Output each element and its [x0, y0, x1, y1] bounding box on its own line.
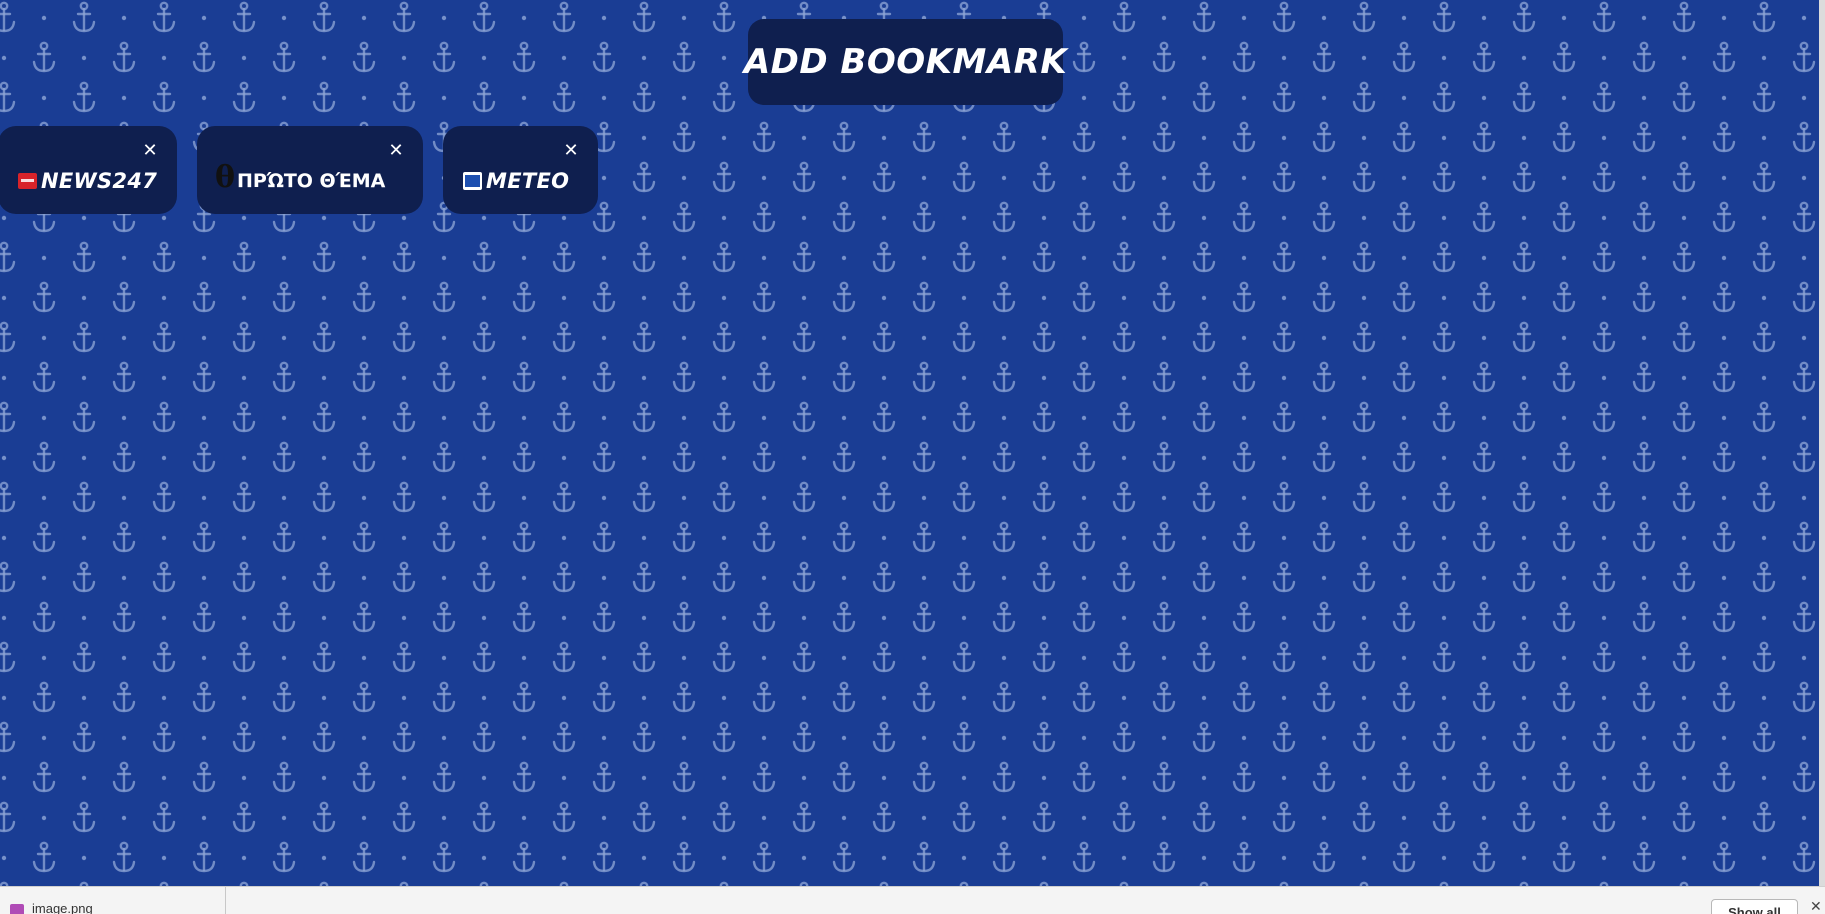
scrollbar[interactable]: [1819, 0, 1825, 886]
news247-favicon-icon: [18, 173, 37, 189]
close-icon[interactable]: ✕: [141, 142, 159, 160]
meteo-favicon-icon: [463, 172, 482, 190]
bookmark-news247[interactable]: NEWS247 ✕: [0, 126, 177, 214]
download-item[interactable]: image.png: [0, 887, 226, 914]
bookmark-label: NEWS247: [41, 169, 158, 193]
bookmark-label: ΠΡΏΤΟ ΘΈΜΑ: [237, 170, 386, 192]
bookmark-label: METEO: [486, 169, 570, 193]
show-all-button[interactable]: Show all: [1711, 899, 1798, 914]
theta-favicon-icon: θ: [215, 160, 236, 195]
close-icon[interactable]: ✕: [562, 142, 580, 160]
bookmark-protothema[interactable]: θ ΠΡΏΤΟ ΘΈΜΑ ✕: [197, 126, 423, 214]
close-icon[interactable]: ✕: [387, 142, 405, 160]
download-bar: image.png Show all ✕: [0, 886, 1825, 914]
add-bookmark-button[interactable]: ADD BOOKMARK: [744, 19, 1067, 105]
download-file-name: image.png: [32, 901, 93, 914]
bookmark-meteo[interactable]: METEO ✕: [443, 126, 598, 214]
page: ADD BOOKMARK NEWS247 ✕ θ ΠΡΏΤΟ ΘΈΜΑ ✕ ME…: [0, 0, 1825, 886]
close-icon[interactable]: ✕: [1810, 899, 1824, 914]
image-file-icon: [10, 904, 24, 914]
